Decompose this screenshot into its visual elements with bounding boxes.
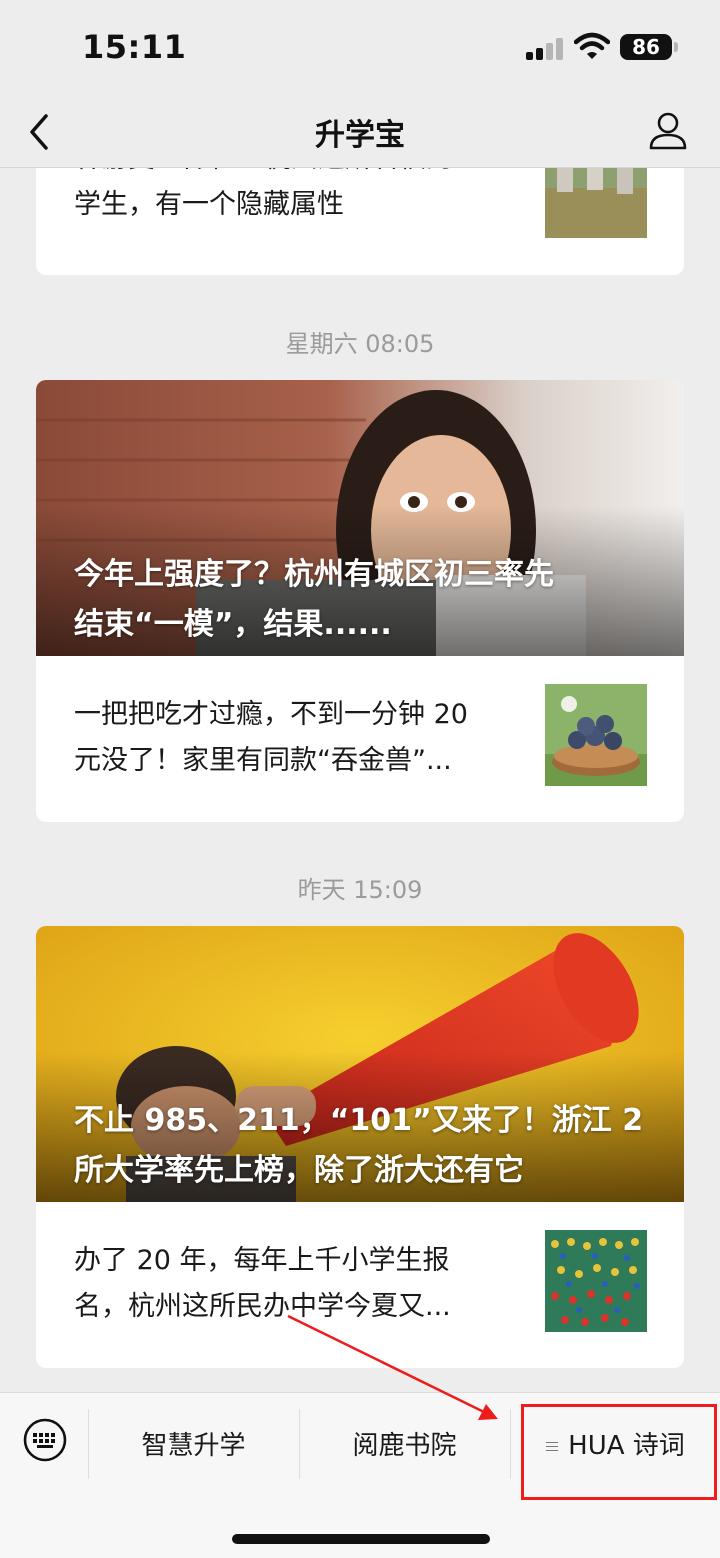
article-thumbnail <box>545 1230 647 1332</box>
article-item[interactable]: 办了 20 年，每年上千小学生报 名，杭州这所民办中学今夏又... <box>36 1202 684 1368</box>
article-title: 一把把吃才过瘾，不到一分钟 20 元没了！家里有同款“吞金兽”... <box>74 699 468 776</box>
article-thumbnail <box>545 684 647 786</box>
battery-tip <box>674 42 678 52</box>
status-bar: 15:11 86 <box>0 0 720 96</box>
status-time: 15:11 <box>82 28 187 66</box>
article-card-top[interactable]: 春游变“斗舞”！杭州这所名校的 学生，有一个隐藏属性 <box>36 168 684 275</box>
battery-icon: 86 <box>620 34 672 60</box>
message-feed[interactable]: 春游变“斗舞”！杭州这所名校的 学生，有一个隐藏属性 星期六 08:05 <box>0 168 720 1392</box>
page-title: 升学宝 <box>315 118 405 153</box>
wifi-icon <box>574 32 610 59</box>
menu-item-zhihui[interactable]: 智慧升学 <box>89 1411 298 1481</box>
article-item[interactable]: 春游变“斗舞”！杭州这所名校的 学生，有一个隐藏属性 <box>36 168 684 274</box>
article-item[interactable]: 一把把吃才过瘾，不到一分钟 20 元没了！家里有同款“吞金兽”... <box>36 656 684 822</box>
menu-item-yuelu[interactable]: 阅鹿书院 <box>300 1411 509 1481</box>
nav-bar: 升学宝 <box>0 96 720 168</box>
hero-title: 不止 985、211，“101”又来了！浙江 2 所大学率先上榜，除了浙大还有它 <box>74 1103 644 1188</box>
highlight-box <box>521 1404 717 1500</box>
keyboard-icon[interactable] <box>22 1417 68 1463</box>
article-title: 办了 20 年，每年上千小学生报 名，杭州这所民办中学今夏又... <box>74 1245 451 1322</box>
hero-article[interactable]: 今年上强度了？杭州有城区初三率先 结束“一模”，结果...... <box>36 380 684 656</box>
timestamp: 昨天 15:09 <box>297 876 423 904</box>
home-indicator <box>232 1534 490 1544</box>
article-card[interactable]: 不止 985、211，“101”又来了！浙江 2 所大学率先上榜，除了浙大还有它… <box>36 926 684 1368</box>
profile-icon[interactable] <box>646 108 690 152</box>
hero-title: 今年上强度了？杭州有城区初三率先 结束“一模”，结果...... <box>74 557 554 642</box>
article-title: 春游变“斗舞”！杭州这所名校的 学生，有一个隐藏属性 <box>74 168 453 220</box>
timestamp: 星期六 08:05 <box>285 330 435 358</box>
article-thumbnail <box>545 168 647 238</box>
hero-article[interactable]: 不止 985、211，“101”又来了！浙江 2 所大学率先上榜，除了浙大还有它 <box>36 926 684 1202</box>
signal-icon <box>526 38 564 60</box>
article-card[interactable]: 今年上强度了？杭州有城区初三率先 结束“一模”，结果...... 一把把吃才过瘾… <box>36 380 684 822</box>
